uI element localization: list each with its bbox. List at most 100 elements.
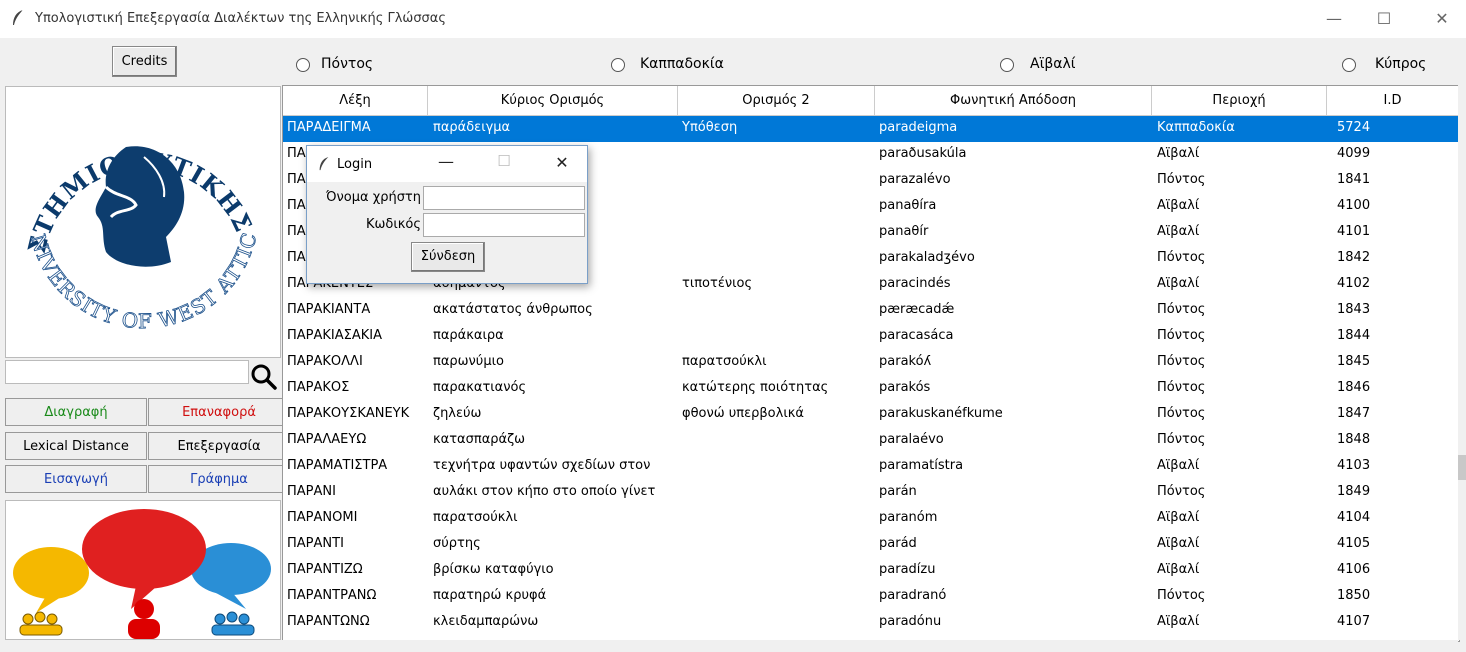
cell-id: 4099 bbox=[1337, 146, 1371, 161]
cell-id: 1848 bbox=[1337, 432, 1371, 447]
cell-definition-2: φθονώ υπερβολικά bbox=[682, 406, 804, 421]
column-header-phonetic[interactable]: Φωνητική Απόδοση bbox=[875, 86, 1152, 116]
cell-region: Πόντος bbox=[1157, 484, 1206, 499]
cell-region: Πόντος bbox=[1157, 302, 1206, 317]
login-maximize-button[interactable]: ☐ bbox=[489, 152, 519, 170]
feather-icon bbox=[13, 9, 24, 25]
cell-main-definition: παρακατιανός bbox=[433, 380, 527, 395]
column-header-region[interactable]: Περιοχή bbox=[1152, 86, 1327, 116]
cell-word: ΠΑΡΑΝΤΙ bbox=[287, 536, 344, 551]
column-header-id[interactable]: I.D bbox=[1327, 86, 1459, 116]
cell-word: ΠΑΡΑΚΟΛΛΙ bbox=[287, 354, 363, 369]
table-row[interactable]: ΠΑΡΑΝΤΩΝΩ κλειδαμπαρώνω paradónu Αϊβαλί 4107 bbox=[283, 610, 1459, 636]
cell-main-definition: παρατσούκλι bbox=[433, 510, 518, 525]
password-field[interactable] bbox=[423, 213, 585, 237]
login-submit-button[interactable]: Σύνδεση bbox=[411, 242, 485, 272]
login-dialog: Login — ☐ ✕ Όνομα χρήστη Κωδικός Σύνδεση bbox=[306, 145, 588, 284]
table-row[interactable]: ΠΑΡΑΝΙ αυλάκι στον κήπο στο οποίο γίνετ pa… bbox=[283, 480, 1459, 506]
table-row[interactable]: ΠΑΡΑΛΑΕΥΩ κατασπαράζω paralaévo Πόντος 1848 bbox=[283, 428, 1459, 454]
radio-kappadokia[interactable] bbox=[611, 58, 625, 72]
cell-word: ΠΑΡΑΝΙ bbox=[287, 484, 336, 499]
cell-phonetic: paracasáca bbox=[879, 328, 954, 343]
cell-word: ΠΑΡΑΝΤΡΑΝΩ bbox=[287, 588, 377, 603]
cell-word: ΠΑΡΑΝΟΜΙ bbox=[287, 510, 358, 525]
search-input[interactable] bbox=[5, 360, 249, 384]
table-row[interactable]: ΠΑΡΑΚΙΑΝΤΑ ακατάστατος άνθρωπος pæræcadǽ Πό… bbox=[283, 298, 1459, 324]
table-row[interactable]: ΠΑΡΑΝΟΜΙ παρατσούκλι paranóm Αϊβαλί 4104 bbox=[283, 506, 1459, 532]
cell-id: 1847 bbox=[1337, 406, 1371, 421]
table-row[interactable]: ΠΑΡΑΝΤΙ σύρτης parád Αϊβαλί 4105 bbox=[283, 532, 1459, 558]
edit-button[interactable]: Επεξεργασία bbox=[148, 432, 290, 460]
cell-phonetic: paralaévo bbox=[879, 432, 944, 447]
cell-main-definition: παρωνύμιο bbox=[433, 354, 504, 369]
column-header-word[interactable]: Λέξη bbox=[283, 86, 428, 116]
lexical-distance-button[interactable]: Lexical Distance bbox=[5, 432, 147, 460]
cell-phonetic: paramatístra bbox=[879, 458, 964, 473]
table-row[interactable]: ΠΑΡΑΚΟΛΛΙ παρωνύμιο παρατσούκλι parakóʎ Πόντ… bbox=[283, 350, 1459, 376]
cell-main-definition: βρίσκω καταφύγιο bbox=[433, 562, 554, 577]
column-header-definition-2[interactable]: Ορισμός 2 bbox=[678, 86, 875, 116]
table-row[interactable]: ΠΑΡΑΔΕΙΓΜΑ παράδειγμα Υπόθεση paradeigma Καπ… bbox=[283, 116, 1459, 142]
search-icon[interactable] bbox=[250, 363, 278, 391]
cell-id: 1845 bbox=[1337, 354, 1371, 369]
cell-id: 4102 bbox=[1337, 276, 1371, 291]
cell-region: Αϊβαλί bbox=[1157, 146, 1200, 161]
cell-phonetic: parád bbox=[879, 536, 917, 551]
table-row[interactable]: ΠΑΡΑΜΑΤΙΣΤΡΑ τεχνήτρα υφαντών σχεδίων στο… bbox=[283, 454, 1459, 480]
cell-main-definition: κατασπαράζω bbox=[433, 432, 526, 447]
cell-region: Αϊβαλί bbox=[1157, 224, 1200, 239]
window-title: Υπολογιστική Επεξεργασία Διαλέκτων της Ε… bbox=[35, 11, 446, 26]
cell-phonetic: parakós bbox=[879, 380, 931, 395]
maximize-button[interactable]: ☐ bbox=[1366, 6, 1402, 32]
radio-aivali[interactable] bbox=[1000, 58, 1014, 72]
speech-bubbles-icon bbox=[13, 509, 271, 639]
cell-id: 1844 bbox=[1337, 328, 1371, 343]
delete-button[interactable]: Διαγραφή bbox=[5, 398, 147, 426]
cell-id: 4101 bbox=[1337, 224, 1371, 239]
username-field[interactable] bbox=[423, 186, 585, 210]
horizontal-scrollbar[interactable] bbox=[282, 640, 1458, 652]
cell-main-definition: σύρτης bbox=[433, 536, 481, 551]
cell-main-definition: τεχνήτρα υφαντών σχεδίων στον bbox=[433, 458, 651, 473]
insert-button[interactable]: Εισαγωγή bbox=[5, 465, 147, 493]
table-row[interactable]: ΠΑΡΑΚΟΣ παρακατιανός κατώτερης ποιότητας pa… bbox=[283, 376, 1459, 402]
column-header-main-definition[interactable]: Κύριος Ορισμός bbox=[428, 86, 678, 116]
table-row[interactable]: ΠΑΡΑΝΤΡΑΝΩ παρατηρώ κρυφά paradranó Πόντος 1… bbox=[283, 584, 1459, 610]
graph-button[interactable]: Γράφημα bbox=[148, 465, 290, 493]
cell-main-definition: ζηλεύω bbox=[433, 406, 482, 421]
table-row[interactable]: ΠΑΡΑΝΤΙΖΩ βρίσκω καταφύγιο paradízu Αϊβαλί 4… bbox=[283, 558, 1459, 584]
cell-phonetic: pæræcadǽ bbox=[879, 302, 955, 317]
cell-word: ΠΑΡΑΚΙΑΝΤΑ bbox=[287, 302, 371, 317]
restore-button[interactable]: Επαναφορά bbox=[148, 398, 290, 426]
vertical-scrollbar-thumb[interactable] bbox=[1458, 455, 1466, 480]
cell-region: Πόντος bbox=[1157, 432, 1206, 447]
cell-region: Πόντος bbox=[1157, 328, 1206, 343]
cell-id: 4105 bbox=[1337, 536, 1371, 551]
cell-id: 4100 bbox=[1337, 198, 1371, 213]
cell-phonetic: paradízu bbox=[879, 562, 936, 577]
login-close-button[interactable]: ✕ bbox=[547, 153, 577, 172]
cell-id: 4104 bbox=[1337, 510, 1371, 525]
credits-button[interactable]: Credits bbox=[112, 46, 177, 77]
radio-kypros[interactable] bbox=[1342, 58, 1356, 72]
cell-region: Αϊβαλί bbox=[1157, 458, 1200, 473]
radio-pontos[interactable] bbox=[296, 58, 310, 72]
cell-region: Καππαδοκία bbox=[1157, 120, 1235, 135]
vertical-scrollbar[interactable] bbox=[1458, 38, 1466, 640]
cell-main-definition: παράδειγμα bbox=[433, 120, 511, 135]
cell-region: Πόντος bbox=[1157, 406, 1206, 421]
cell-main-definition: κλειδαμπαρώνω bbox=[433, 614, 539, 629]
cell-id: 1843 bbox=[1337, 302, 1371, 317]
cell-id: 1849 bbox=[1337, 484, 1371, 499]
close-button[interactable]: ✕ bbox=[1424, 6, 1460, 32]
table-row[interactable]: ΠΑΡΑΚΙΑΣΑΚΙΑ παράκαιρα paracasáca Πόντος 184… bbox=[283, 324, 1459, 350]
cell-region: Αϊβαλί bbox=[1157, 510, 1200, 525]
table-row[interactable]: ΠΑΡΑΚΟΥΣΚΑΝΕΥΚ ζηλεύω φθονώ υπερβολικά para… bbox=[283, 402, 1459, 428]
university-logo: ΠΑΝΕΠΙΣΤΗΜΙΟ ΔΥΤΙΚΗΣ ΑΤΤΙΚΗΣ UNIVERSITY … bbox=[0, 64, 281, 358]
cell-main-definition: παράκαιρα bbox=[433, 328, 504, 343]
cell-phonetic: paradónu bbox=[879, 614, 942, 629]
cell-id: 1850 bbox=[1337, 588, 1371, 603]
login-minimize-button[interactable]: — bbox=[431, 152, 461, 171]
minimize-button[interactable]: — bbox=[1316, 6, 1352, 32]
cell-id: 1841 bbox=[1337, 172, 1371, 187]
